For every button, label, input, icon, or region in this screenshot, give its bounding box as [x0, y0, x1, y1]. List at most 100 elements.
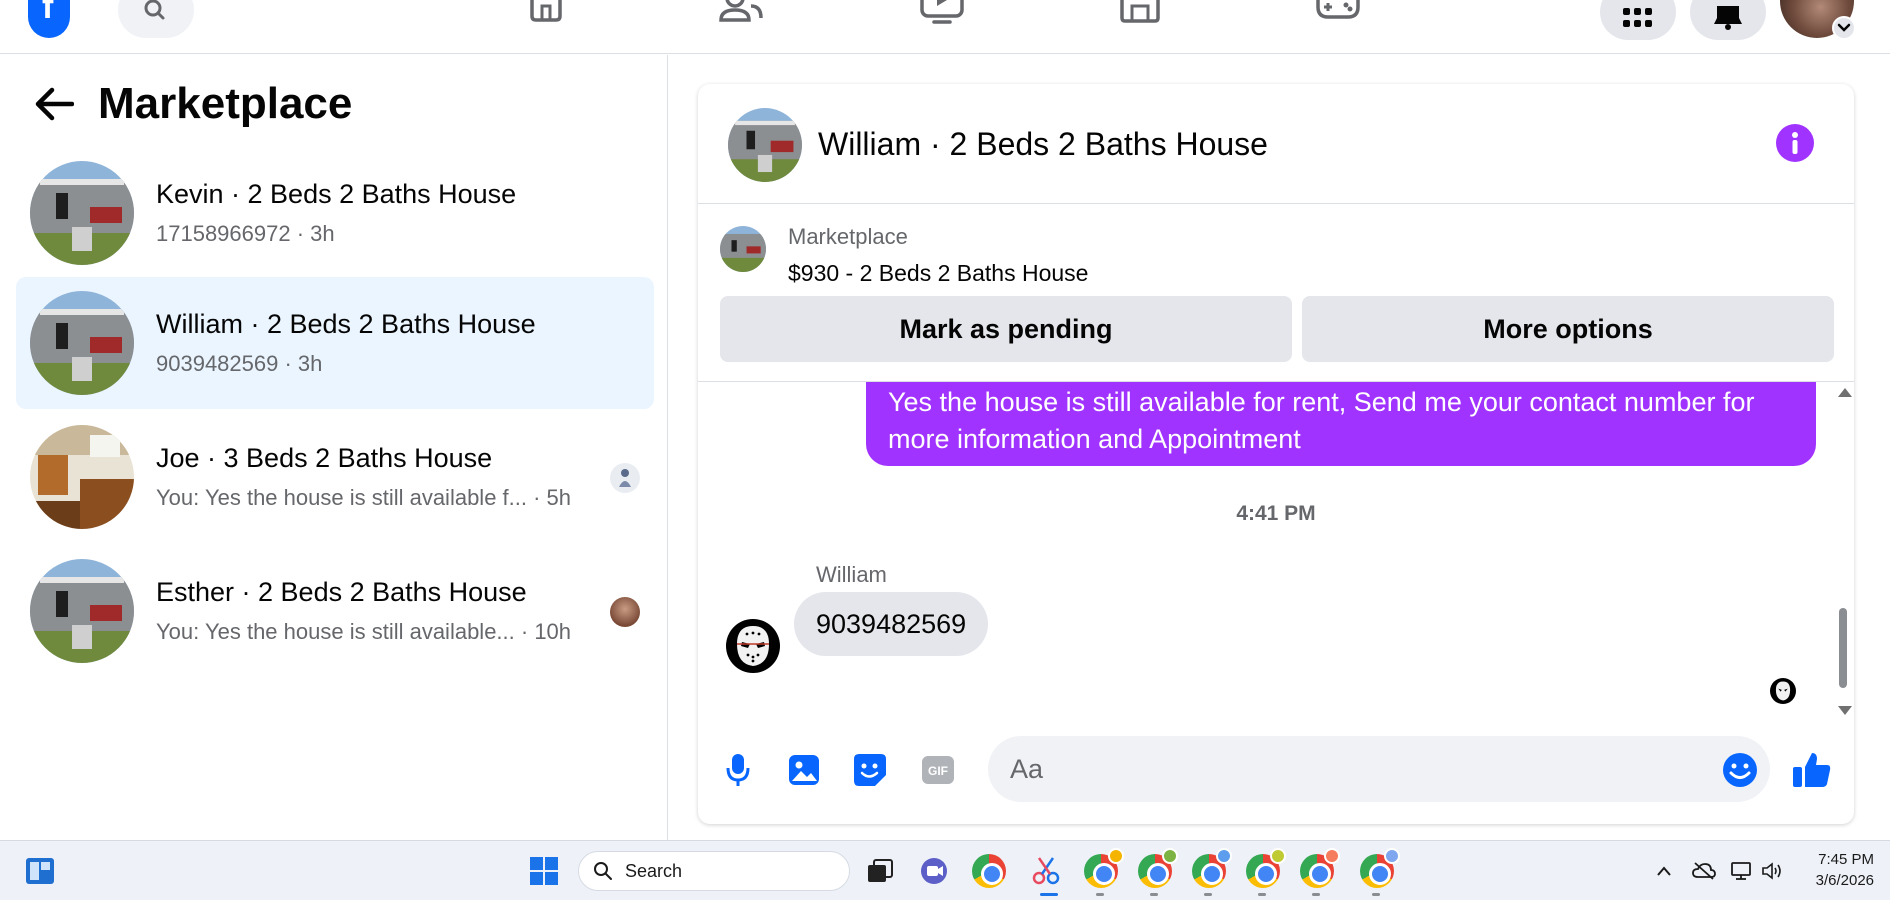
emoji-button[interactable]	[1720, 750, 1760, 790]
speaker-icon	[1762, 862, 1781, 880]
teams-meet-button[interactable]	[916, 853, 952, 889]
conversation-item[interactable]: Joe · 3 Beds 2 Baths House You: Yes the …	[16, 411, 654, 543]
top-navigation-bar: f	[0, 0, 1890, 54]
running-indicator	[1204, 893, 1212, 896]
listing-price-title[interactable]: $930 - 2 Beds 2 Baths House	[788, 260, 1088, 287]
system-clock[interactable]: 7:45 PM 3/6/2026	[1790, 849, 1874, 891]
search-button[interactable]	[118, 0, 194, 38]
emoji-icon	[1723, 753, 1757, 787]
chevron-up-icon	[1657, 866, 1671, 876]
chrome-profile-icon[interactable]	[1360, 848, 1400, 888]
gif-button[interactable]: GIF	[918, 750, 958, 790]
chrome-profile-icon[interactable]	[1300, 848, 1340, 888]
gaming-nav-button[interactable]	[1312, 0, 1364, 26]
friends-nav-button[interactable]	[716, 0, 768, 26]
active-app-indicator	[1040, 893, 1058, 896]
chrome-profile-icon[interactable]	[1192, 848, 1232, 888]
snipping-tool-button[interactable]	[1028, 853, 1064, 889]
gaming-icon	[1316, 0, 1360, 19]
like-button[interactable]	[1792, 750, 1832, 790]
video-chat-icon	[921, 858, 947, 884]
chrome-profile-icon[interactable]	[1138, 848, 1178, 888]
account-dropdown-button[interactable]	[1832, 16, 1856, 40]
taskbar-search[interactable]: Search	[578, 851, 850, 891]
chat-title[interactable]: William · 2 Beds 2 Baths House	[818, 126, 1268, 163]
menu-button[interactable]	[1600, 0, 1676, 40]
chrome-taskbar-icon[interactable]	[972, 854, 1006, 888]
tray-overflow-button[interactable]	[1646, 853, 1682, 889]
conversation-item-active[interactable]: William · 2 Beds 2 Baths House 903948256…	[16, 277, 654, 409]
onedrive-status[interactable]	[1686, 853, 1722, 889]
sticker-icon	[854, 754, 886, 786]
home-icon	[530, 0, 562, 22]
conversation-item[interactable]: Esther · 2 Beds 2 Baths House You: Yes t…	[16, 545, 654, 677]
image-icon	[789, 755, 819, 785]
outgoing-message: Yes the house is still available for ren…	[866, 382, 1816, 466]
conversation-list-panel: Marketplace Kevin · 2 Beds 2 Baths House…	[0, 55, 668, 840]
read-receipt-avatar	[1770, 678, 1796, 704]
notifications-bell-icon	[1714, 6, 1742, 30]
chrome-profile-icon[interactable]	[1084, 848, 1124, 888]
back-arrow-icon[interactable]	[34, 87, 74, 121]
mark-as-pending-button[interactable]: Mark as pending	[720, 296, 1292, 362]
notifications-button[interactable]	[1690, 0, 1766, 40]
conversation-title: Esther · 2 Beds 2 Baths House	[156, 577, 527, 607]
sticker-button[interactable]	[850, 750, 890, 790]
cloud-offline-icon	[1692, 862, 1716, 880]
marketplace-nav-button[interactable]	[1114, 0, 1166, 26]
friends-icon	[719, 0, 763, 22]
watch-icon	[920, 0, 964, 24]
conversation-title: William · 2 Beds 2 Baths House	[156, 309, 536, 339]
listing-summary: Marketplace $930 - 2 Beds 2 Baths House …	[698, 204, 1854, 382]
running-indicator	[1096, 893, 1104, 896]
voice-clip-button[interactable]	[718, 750, 758, 790]
search-icon	[144, 0, 165, 20]
sender-name: William	[816, 562, 887, 587]
facebook-logo[interactable]: f	[28, 0, 70, 38]
marketplace-icon	[1120, 0, 1160, 23]
chat-header: William · 2 Beds 2 Baths House	[698, 84, 1854, 204]
attach-photo-button[interactable]	[784, 750, 824, 790]
task-view-button[interactable]	[862, 853, 898, 889]
conversation-info-button[interactable]	[1776, 124, 1814, 162]
start-button[interactable]	[526, 853, 562, 889]
taskbar-search-label: Search	[625, 860, 683, 881]
menu-grid-icon	[1623, 8, 1652, 27]
thumbs-up-icon	[1793, 753, 1831, 787]
panel-header: Marketplace	[34, 79, 352, 129]
scroll-down-arrow[interactable]	[1838, 706, 1852, 715]
microphone-icon	[726, 754, 750, 786]
message-thread: Yes the house is still available for ren…	[698, 382, 1854, 722]
info-icon	[1792, 132, 1798, 154]
running-indicator	[1312, 893, 1320, 896]
clock-date: 3/6/2026	[1815, 872, 1874, 889]
listing-thumbnail	[30, 425, 134, 529]
seen-avatar	[610, 463, 640, 493]
conversation-subtitle: You: Yes the house is still available...…	[156, 619, 572, 644]
listing-thumbnail[interactable]	[720, 226, 766, 272]
chrome-profile-icon[interactable]	[1246, 848, 1286, 888]
home-nav-button[interactable]	[520, 0, 572, 26]
page-title: Marketplace	[98, 79, 353, 128]
scroll-up-arrow[interactable]	[1838, 388, 1852, 397]
widgets-button[interactable]	[22, 853, 58, 889]
more-options-button[interactable]: More options	[1302, 296, 1834, 362]
conversation-item[interactable]: Kevin · 2 Beds 2 Baths House 17158966972…	[16, 147, 654, 279]
message-composer: GIF	[698, 734, 1854, 814]
message-scrollbar[interactable]	[1836, 382, 1852, 722]
search-icon	[594, 862, 612, 880]
task-view-icon	[868, 859, 893, 882]
chat-panel: William · 2 Beds 2 Baths House Marketpla…	[698, 84, 1854, 824]
conversation-title: Joe · 3 Beds 2 Baths House	[156, 443, 493, 473]
message-input[interactable]	[988, 736, 1770, 802]
conversation-title: Kevin · 2 Beds 2 Baths House	[156, 179, 517, 209]
listing-thumbnail	[30, 559, 134, 663]
watch-nav-button[interactable]	[916, 0, 968, 26]
scrollbar-thumb[interactable]	[1839, 608, 1847, 688]
listing-thumbnail[interactable]	[728, 108, 802, 182]
sender-avatar[interactable]	[726, 619, 780, 673]
gif-icon: GIF	[922, 756, 954, 784]
volume-control[interactable]	[1754, 853, 1790, 889]
running-indicator	[1258, 893, 1266, 896]
svg-text:GIF: GIF	[928, 764, 948, 778]
